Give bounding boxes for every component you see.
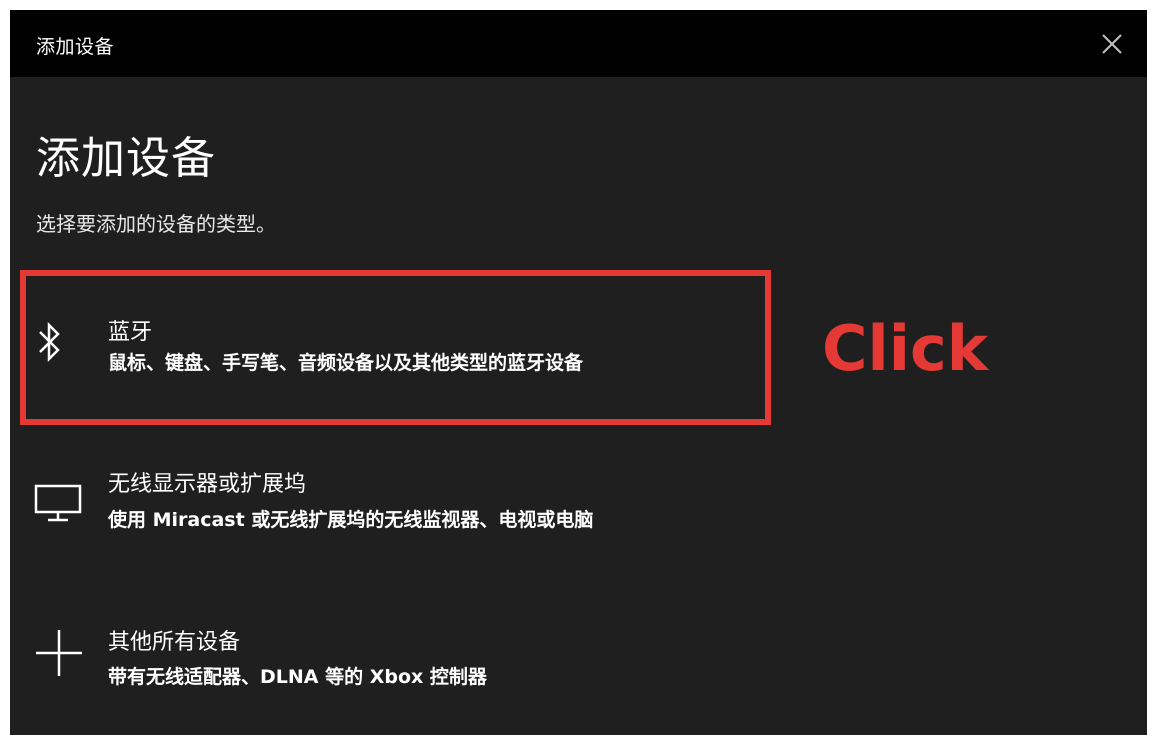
close-icon xyxy=(1102,34,1122,54)
option-wireless-display[interactable]: 无线显示器或扩展坞 使用 Miracast 或无线扩展坞的无线监视器、电视或电脑 xyxy=(20,450,770,600)
option-description: 使用 Miracast 或无线扩展坞的无线监视器、电视或电脑 xyxy=(108,509,594,531)
title-bar: 添加设备 xyxy=(10,10,1147,77)
monitor-icon xyxy=(34,484,82,528)
plus-icon xyxy=(34,628,84,682)
page-title: 添加设备 xyxy=(36,133,216,184)
highlight-annotation-box xyxy=(20,270,771,425)
window-title: 添加设备 xyxy=(36,36,115,58)
option-title: 其他所有设备 xyxy=(108,630,241,655)
click-annotation-label: Click xyxy=(822,312,988,385)
option-title: 无线显示器或扩展坞 xyxy=(108,472,307,497)
close-button[interactable] xyxy=(1077,10,1147,77)
option-other-devices[interactable]: 其他所有设备 带有无线适配器、DLNA 等的 Xbox 控制器 xyxy=(20,610,770,735)
option-description: 带有无线适配器、DLNA 等的 Xbox 控制器 xyxy=(108,666,487,688)
add-device-dialog: 添加设备 添加设备 选择要添加的设备的类型。 蓝牙 鼠标、键盘、手写笔、音频设备… xyxy=(10,10,1147,735)
page-subtitle: 选择要添加的设备的类型。 xyxy=(36,212,276,236)
